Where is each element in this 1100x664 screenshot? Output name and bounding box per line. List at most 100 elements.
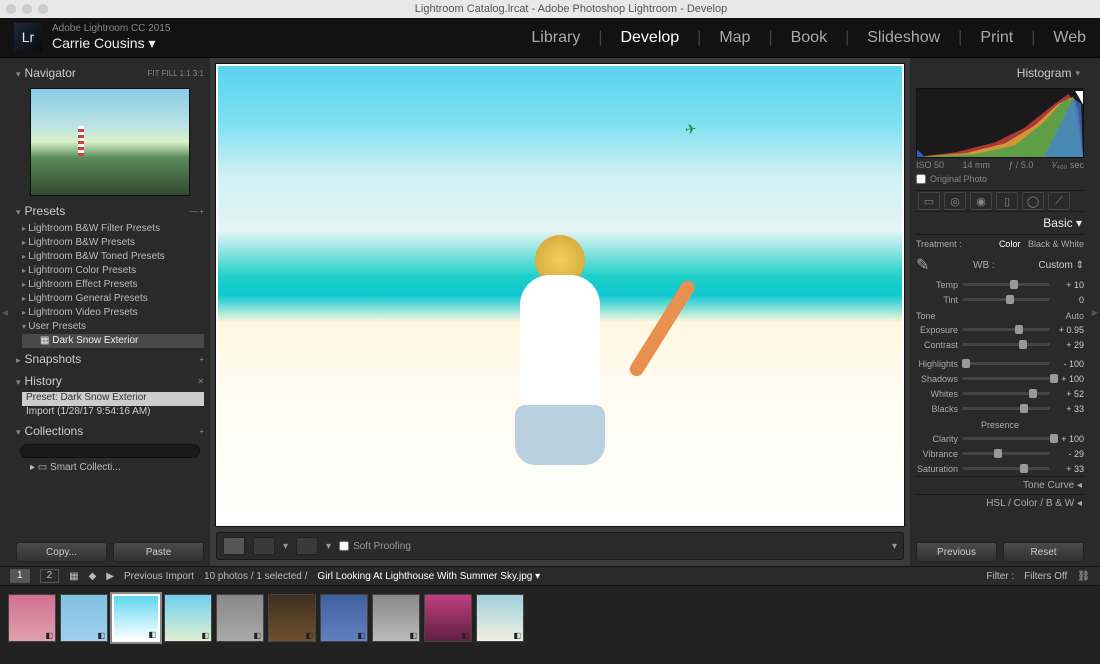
histogram-header[interactable]: Histogram ▾: [916, 62, 1084, 84]
filter-mode[interactable]: Filters Off: [1024, 571, 1067, 582]
preset-folder[interactable]: Lightroom B&W Filter Presets: [22, 222, 204, 236]
window-title: Lightroom Catalog.lrcat - Adobe Photosho…: [48, 3, 1094, 15]
preset-folder[interactable]: Lightroom Video Presets: [22, 306, 204, 320]
crop-tool-icon[interactable]: ▭: [918, 192, 940, 210]
filmstrip-thumb[interactable]: [60, 594, 108, 642]
module-print[interactable]: Print: [980, 29, 1013, 47]
next-photo-icon[interactable]: ▶: [106, 571, 114, 582]
collection-item[interactable]: ▸ ▭ Smart Collecti...: [16, 460, 204, 475]
toolbar-expand-icon[interactable]: ▾: [892, 541, 897, 552]
module-book[interactable]: Book: [791, 29, 827, 47]
filmstrip-thumb[interactable]: [112, 594, 160, 642]
module-tabs: Library|Develop|Map|Book|Slideshow|Print…: [531, 29, 1086, 47]
histogram-chart[interactable]: [916, 88, 1084, 158]
collections-header[interactable]: ▾Collections+: [16, 420, 204, 442]
right-collapser[interactable]: ▶: [1090, 58, 1100, 566]
filmstrip-thumb[interactable]: [164, 594, 212, 642]
exposure-slider[interactable]: Exposure+ 0.95: [916, 322, 1084, 337]
treatment-bw[interactable]: Black & White: [1028, 239, 1084, 249]
module-library[interactable]: Library: [531, 29, 580, 47]
saturation-slider[interactable]: Saturation+ 33: [916, 461, 1084, 476]
module-web[interactable]: Web: [1053, 29, 1086, 47]
wb-mode-dropdown[interactable]: Custom ⇕: [1038, 260, 1084, 271]
photo-subject: [470, 235, 650, 515]
history-header[interactable]: ▾History✕: [16, 370, 204, 392]
basic-panel-header[interactable]: Basic ▾: [916, 212, 1084, 235]
temp-slider[interactable]: Temp+ 10: [916, 277, 1084, 292]
whites-slider[interactable]: Whites+ 52: [916, 386, 1084, 401]
copy-button[interactable]: Copy...: [16, 542, 107, 562]
shadows-slider[interactable]: Shadows+ 100: [916, 371, 1084, 386]
before-after-icon[interactable]: [253, 537, 275, 555]
previous-button[interactable]: Previous: [916, 542, 997, 562]
module-develop[interactable]: Develop: [620, 29, 679, 47]
clarity-slider[interactable]: Clarity+ 100: [916, 431, 1084, 446]
original-photo-toggle[interactable]: Original Photo: [916, 172, 1084, 190]
filmstrip-thumb[interactable]: [320, 594, 368, 642]
history-item[interactable]: Import (1/28/17 9:54:16 AM): [22, 406, 204, 420]
spot-tool-icon[interactable]: ◎: [944, 192, 966, 210]
filmstrip-thumb[interactable]: [216, 594, 264, 642]
tone-curve-header[interactable]: Tone Curve ◂: [916, 476, 1084, 494]
preset-folder[interactable]: User Presets: [22, 320, 204, 334]
preset-folder[interactable]: Lightroom Color Presets: [22, 264, 204, 278]
app-header: Lr Adobe Lightroom CC 2015 Carrie Cousin…: [0, 18, 1100, 58]
highlights-slider[interactable]: Highlights- 100: [916, 356, 1084, 371]
filmstrip-thumb[interactable]: [8, 594, 56, 642]
hsl-header[interactable]: HSL / Color / B & W ◂: [916, 494, 1084, 512]
display-1[interactable]: 1: [10, 569, 30, 583]
display-2[interactable]: 2: [40, 569, 60, 583]
gradient-tool-icon[interactable]: ▯: [996, 192, 1018, 210]
grid-icon[interactable]: ▦: [69, 571, 78, 582]
swap-icon[interactable]: [296, 537, 318, 555]
loupe-view-icon[interactable]: [223, 537, 245, 555]
prev-photo-icon[interactable]: ◆: [89, 571, 97, 582]
contrast-slider[interactable]: Contrast+ 29: [916, 337, 1084, 352]
left-panel: ▾Navigator FIT FILL 1:1 3:1 ▾Presets — +…: [10, 58, 210, 566]
module-slideshow[interactable]: Slideshow: [867, 29, 940, 47]
preset-folder[interactable]: Lightroom B&W Presets: [22, 236, 204, 250]
filmstrip-thumb[interactable]: [268, 594, 316, 642]
filmstrip-thumb[interactable]: [424, 594, 472, 642]
window-titlebar: Lightroom Catalog.lrcat - Adobe Photosho…: [0, 0, 1100, 18]
soft-proofing-toggle[interactable]: Soft Proofing: [339, 541, 411, 552]
brush-tool-icon[interactable]: ⟋: [1048, 192, 1070, 210]
preset-folder[interactable]: Lightroom B&W Toned Presets: [22, 250, 204, 264]
preset-folder[interactable]: Lightroom General Presets: [22, 292, 204, 306]
filmstrip-thumb[interactable]: [372, 594, 420, 642]
preset-folder[interactable]: Lightroom Effect Presets: [22, 278, 204, 292]
user-name[interactable]: Carrie Cousins ▾: [52, 35, 170, 52]
tint-slider[interactable]: Tint0: [916, 292, 1084, 307]
navigator-thumbnail[interactable]: [30, 88, 190, 196]
window-controls[interactable]: [6, 4, 48, 14]
brand: Lr Adobe Lightroom CC 2015 Carrie Cousin…: [14, 23, 170, 52]
preset-list: Lightroom B&W Filter PresetsLightroom B&…: [16, 222, 204, 348]
image-canvas[interactable]: ✈: [216, 64, 904, 526]
preset-item[interactable]: ▦ Dark Snow Exterior: [22, 334, 204, 348]
left-collapser[interactable]: ◀: [0, 58, 10, 566]
source-label[interactable]: Previous Import: [124, 571, 194, 582]
filmstrip-thumb[interactable]: [476, 594, 524, 642]
filter-lock-icon[interactable]: ⛓: [1077, 571, 1090, 582]
reset-button[interactable]: Reset: [1003, 542, 1084, 562]
filename-label[interactable]: Girl Looking At Lighthouse With Summer S…: [317, 571, 540, 582]
radial-tool-icon[interactable]: ◯: [1022, 192, 1044, 210]
history-item[interactable]: Preset: Dark Snow Exterior: [22, 392, 204, 406]
module-map[interactable]: Map: [719, 29, 750, 47]
navigator-header[interactable]: ▾Navigator FIT FILL 1:1 3:1: [16, 62, 204, 84]
eyedropper-icon[interactable]: ✎: [916, 255, 929, 275]
redeye-tool-icon[interactable]: ◉: [970, 192, 992, 210]
blacks-slider[interactable]: Blacks+ 33: [916, 401, 1084, 416]
photo-count: 10 photos / 1 selected /: [204, 571, 307, 582]
filmstrip-area: 1 2 ▦ ◆ ▶ Previous Import 10 photos / 1 …: [0, 566, 1100, 664]
presets-header[interactable]: ▾Presets — +: [16, 200, 204, 222]
treatment-color[interactable]: Color: [999, 239, 1021, 249]
paste-button[interactable]: Paste: [113, 542, 204, 562]
auto-tone[interactable]: Auto: [1065, 311, 1084, 321]
snapshots-header[interactable]: ▸Snapshots+: [16, 348, 204, 370]
develop-toolbar: ▾ ▾ Soft Proofing ▾: [216, 532, 904, 560]
info-strip: 1 2 ▦ ◆ ▶ Previous Import 10 photos / 1 …: [0, 566, 1100, 586]
right-panel: Histogram ▾ ISO 5014 mmƒ / 5.0¹⁄₄₀₀ sec …: [910, 58, 1090, 566]
vibrance-slider[interactable]: Vibrance- 29: [916, 446, 1084, 461]
collections-search[interactable]: [20, 444, 200, 458]
